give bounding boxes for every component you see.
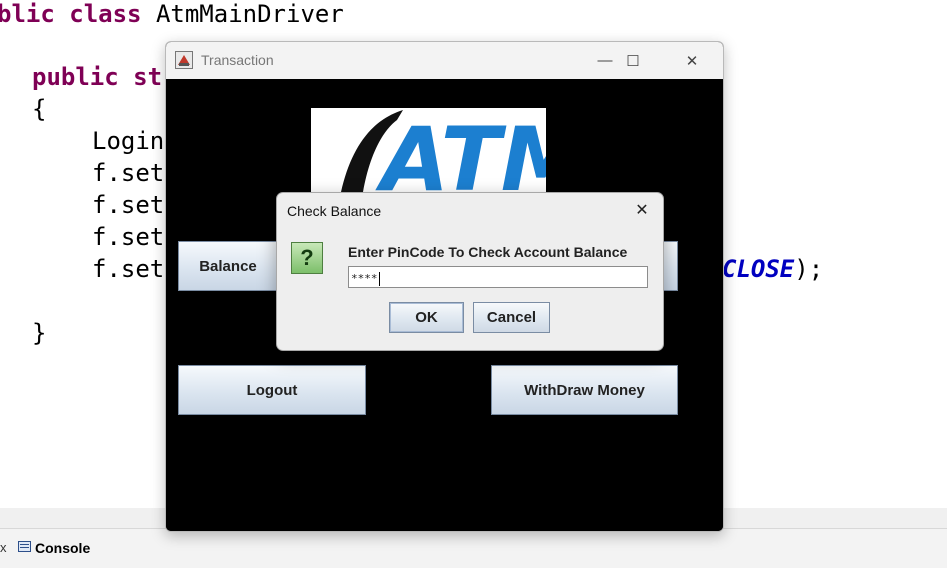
question-icon: ?	[291, 242, 323, 274]
atm-logo: ATM	[311, 108, 546, 192]
withdraw-money-button[interactable]: WithDraw Money	[491, 365, 678, 415]
dialog-message: Enter PinCode To Check Account Balance	[348, 244, 628, 260]
code-line-8: f.set	[92, 255, 165, 283]
window-titlebar[interactable]: Transaction — ☐ ✕	[166, 42, 723, 79]
code-line-6: f.set	[92, 191, 165, 219]
pincode-input[interactable]: ****	[348, 266, 648, 288]
dialog-title: Check Balance	[287, 203, 382, 219]
code-line-1: blic class AtmMainDriver	[0, 0, 344, 28]
console-icon	[18, 541, 31, 552]
check-balance-dialog: Check Balance ✕ ? Enter PinCode To Check…	[276, 192, 664, 351]
code-line-4: Login	[92, 127, 165, 155]
pincode-value: ****	[351, 272, 378, 285]
close-icon[interactable]: x	[0, 540, 7, 555]
code-line-7: f.set	[92, 223, 165, 251]
text-caret	[378, 272, 380, 286]
code-line-5: f.set	[92, 159, 165, 187]
java-app-icon	[175, 51, 193, 69]
code-line-8-tail: CLOSE);	[722, 255, 824, 283]
svg-text:ATM: ATM	[375, 108, 546, 192]
code-line-3: {	[32, 95, 47, 123]
logout-button[interactable]: Logout	[178, 365, 366, 415]
window-title: Transaction	[201, 52, 274, 68]
code-line-9: }	[32, 319, 47, 347]
console-tab[interactable]: Console	[35, 540, 90, 556]
cancel-button[interactable]: Cancel	[473, 302, 550, 333]
maximize-button[interactable]: ☐	[610, 42, 656, 79]
close-icon[interactable]: ✕	[629, 199, 655, 221]
ok-button[interactable]: OK	[389, 302, 464, 333]
code-line-2: public st	[32, 63, 163, 91]
console-tab-bar: x Console	[0, 528, 947, 568]
atm-logo-graphic: ATM	[341, 108, 546, 192]
balance-button[interactable]: Balance	[178, 241, 278, 291]
close-window-button[interactable]: ✕	[669, 42, 715, 79]
